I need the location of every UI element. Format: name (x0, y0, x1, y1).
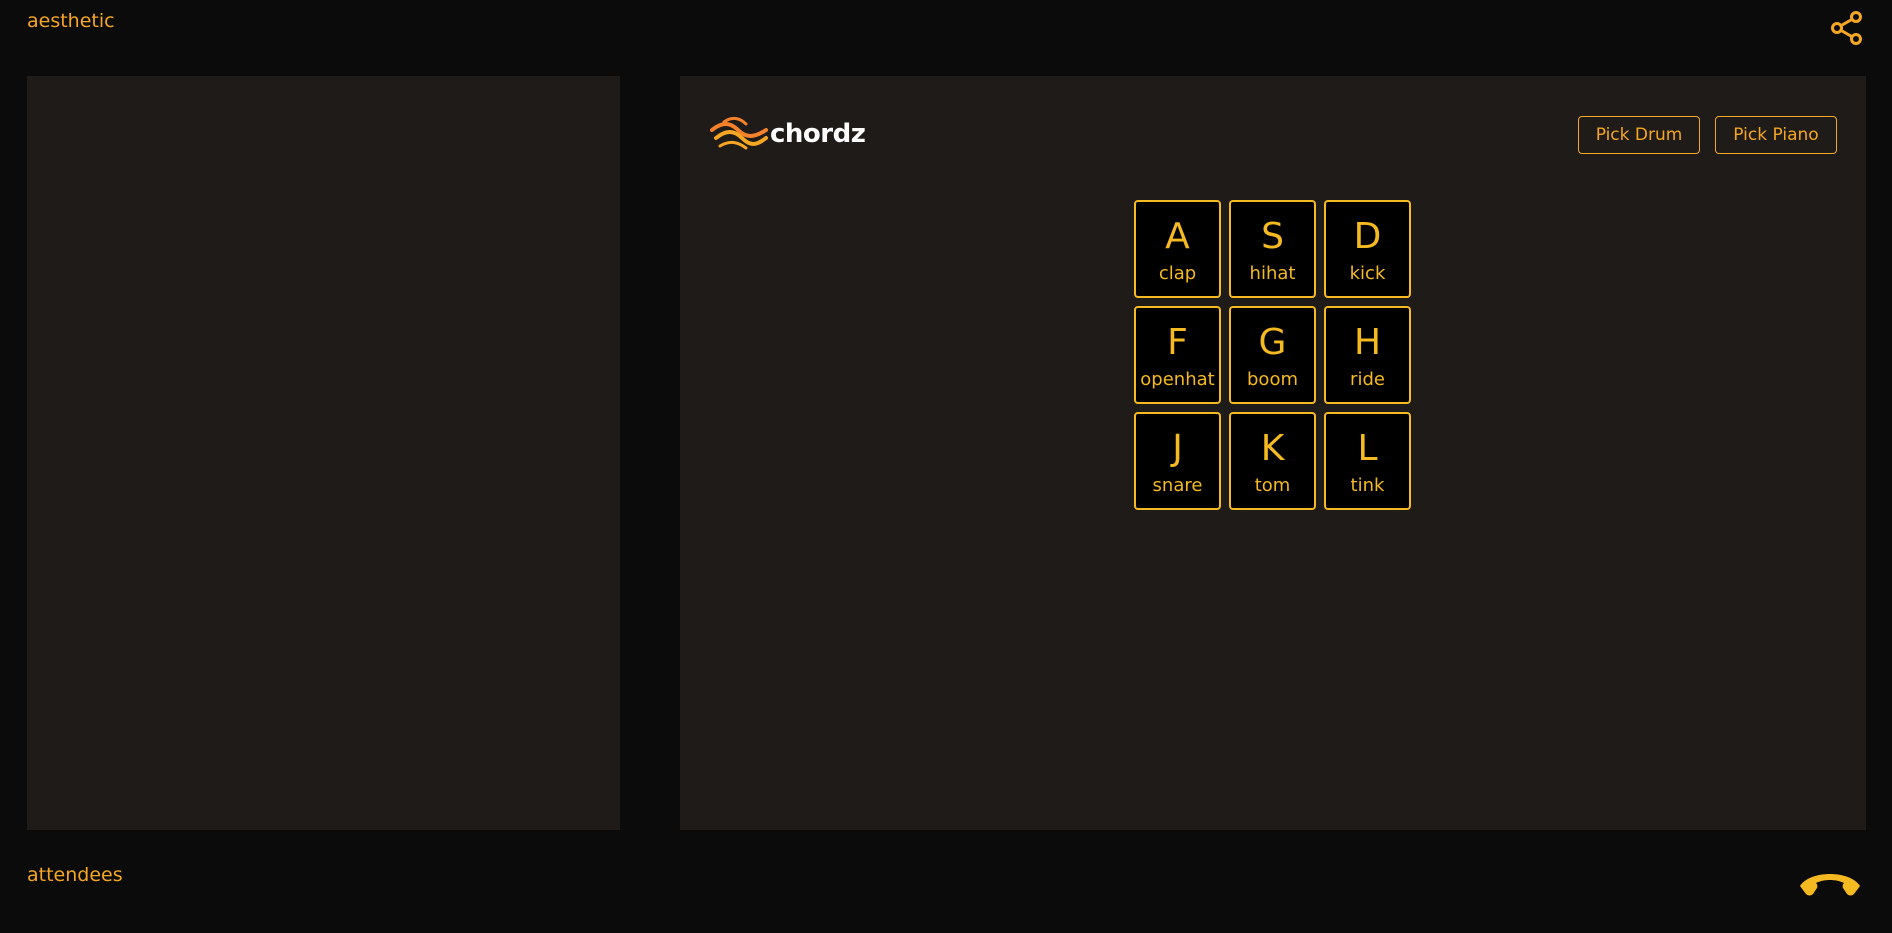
pad-sound: tom (1254, 475, 1291, 496)
pad-sound: hihat (1249, 263, 1296, 284)
drum-pad-tom[interactable]: K tom (1229, 412, 1316, 510)
drum-pad-snare[interactable]: J snare (1134, 412, 1221, 510)
pad-key: D (1353, 216, 1382, 257)
pad-key: J (1172, 428, 1183, 469)
pad-key: K (1260, 428, 1285, 469)
chordz-logo: chordz (710, 116, 866, 152)
share-button[interactable] (1826, 8, 1866, 48)
drum-pad-grid: A clap S hihat D kick F openhat G boom H… (1134, 200, 1411, 510)
drum-pad-kick[interactable]: D kick (1324, 200, 1411, 298)
pad-sound: tink (1350, 475, 1385, 496)
pad-sound: snare (1152, 475, 1203, 496)
pick-drum-button[interactable]: Pick Drum (1578, 116, 1700, 154)
pad-sound: kick (1349, 263, 1386, 284)
drum-pad-clap[interactable]: A clap (1134, 200, 1221, 298)
video-panel (27, 76, 620, 830)
instrument-panel: chordz Pick Drum Pick Piano A clap S hih… (680, 76, 1866, 830)
pad-key: H (1353, 322, 1382, 363)
pick-piano-button[interactable]: Pick Piano (1715, 116, 1837, 154)
hang-up-button[interactable] (1796, 866, 1864, 900)
drum-pad-ride[interactable]: H ride (1324, 306, 1411, 404)
wave-logo-icon (710, 116, 768, 150)
drum-pad-boom[interactable]: G boom (1229, 306, 1316, 404)
pad-key: F (1167, 322, 1188, 363)
drum-pad-tink[interactable]: L tink (1324, 412, 1411, 510)
drum-pad-openhat[interactable]: F openhat (1134, 306, 1221, 404)
logo-text: chordz (770, 119, 866, 149)
pad-sound: boom (1247, 369, 1298, 390)
drum-pad-hihat[interactable]: S hihat (1229, 200, 1316, 298)
share-icon (1831, 11, 1862, 45)
pad-sound: ride (1350, 369, 1385, 390)
pad-key: A (1165, 216, 1190, 257)
pad-key: S (1261, 216, 1284, 257)
room-name: aesthetic (27, 10, 115, 32)
pad-key: L (1357, 428, 1378, 469)
pad-sound: clap (1158, 263, 1197, 284)
pad-key: G (1258, 322, 1287, 363)
hang-up-phone-icon (1800, 874, 1860, 896)
attendees-label: attendees (27, 864, 123, 886)
pad-sound: openhat (1140, 369, 1215, 390)
